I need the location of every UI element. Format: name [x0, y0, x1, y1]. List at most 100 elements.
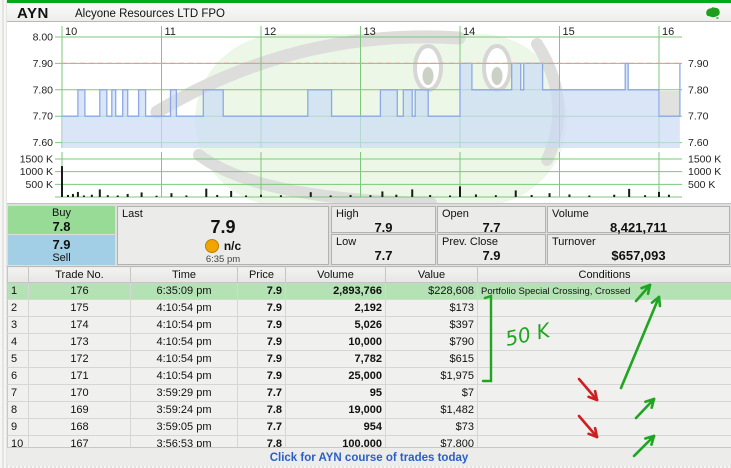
low-label: Low: [332, 235, 435, 248]
turnover-value: $657,093: [548, 248, 729, 263]
open-cell: Open 7.7: [437, 206, 546, 233]
trade-value: $1,975: [386, 368, 478, 385]
table-row: 71703:59:29 pm7.795$7: [8, 385, 731, 402]
sell-quote-cell: 7.9 Sell: [8, 235, 115, 265]
volume-bar: [381, 191, 383, 197]
trade-volume: 5,026: [286, 317, 386, 334]
volume-axis-label-right: 1500 K: [688, 154, 721, 166]
volume-bar: [459, 186, 461, 197]
trade-time: 4:10:54 pm: [131, 351, 238, 368]
trade-price: 7.7: [238, 419, 286, 436]
volume-bar: [67, 195, 69, 197]
low-value: 7.7: [332, 248, 435, 263]
trade-volume: 7,782: [286, 351, 386, 368]
table-row: 91683:59:05 pm7.7954$73: [8, 419, 731, 436]
company-name: Alcyone Resources LTD FPO: [75, 8, 225, 20]
volume-bar: [72, 194, 74, 197]
low-cell: Low 7.7: [331, 234, 436, 265]
trade-time: 4:10:54 pm: [131, 300, 238, 317]
volume-bar: [230, 191, 232, 197]
row-number: 3: [8, 317, 29, 334]
trade-time: 3:59:24 pm: [131, 402, 238, 419]
trade-no: 175: [29, 300, 131, 317]
volume-bar: [495, 195, 497, 197]
trade-value: $7: [386, 385, 478, 402]
time-axis-label: 11: [165, 26, 176, 38]
volume-bar: [531, 195, 533, 197]
high-cell: High 7.9: [331, 206, 436, 233]
trade-conditions: [478, 300, 731, 317]
trade-history-table: Trade No.TimePriceVolumeValueConditions …: [7, 266, 731, 453]
trade-time: 3:59:29 pm: [131, 385, 238, 402]
column-header-trade-no-: Trade No.: [29, 267, 131, 283]
trade-price: 7.9: [238, 317, 286, 334]
volume-bar: [549, 193, 551, 197]
trade-conditions: [478, 317, 731, 334]
title-bar: AYN Alcyone Resources LTD FPO: [7, 3, 731, 22]
australia-map-icon: [704, 6, 722, 19]
column-header-time: Time: [131, 267, 238, 283]
volume-bar: [369, 195, 371, 197]
column-header-conditions: Conditions: [478, 267, 731, 283]
trade-price: 7.9: [238, 368, 286, 385]
open-value: 7.7: [438, 220, 545, 235]
volume-bar: [411, 189, 413, 197]
quote-panel: Buy 7.8 7.9 Sell Last 7.9 n/c 6:35 pm Hi…: [7, 203, 731, 266]
trade-no: 173: [29, 334, 131, 351]
trade-price: 7.9: [238, 283, 286, 300]
volume-bar: [613, 195, 615, 197]
volume-bar: [280, 195, 282, 197]
volume-bar: [310, 192, 312, 197]
trade-volume: 10,000: [286, 334, 386, 351]
trade-volume: 19,000: [286, 402, 386, 419]
price-axis-label-left: 7.90: [33, 58, 54, 70]
trade-no: 172: [29, 351, 131, 368]
volume-bar: [107, 195, 109, 197]
last-trade-time: 6:35 pm: [118, 254, 328, 265]
trade-price: 7.9: [238, 351, 286, 368]
trade-conditions: [478, 419, 731, 436]
volume-bar: [429, 195, 431, 197]
high-value: 7.9: [332, 220, 435, 235]
trade-value: $615: [386, 351, 478, 368]
trade-volume: 2,893,766: [286, 283, 386, 300]
prev-close-label: Prev. Close: [438, 235, 545, 248]
trade-no: 174: [29, 317, 131, 334]
volume-bar: [658, 192, 660, 197]
volume-bar: [127, 194, 129, 197]
volume-bar: [245, 195, 247, 197]
prev-close-value: 7.9: [438, 248, 545, 263]
buy-label: Buy: [8, 206, 115, 219]
trade-no: 176: [29, 283, 131, 300]
trade-value: $790: [386, 334, 478, 351]
volume-bar: [568, 194, 570, 197]
trade-conditions: [478, 385, 731, 402]
table-row: 31744:10:54 pm7.95,026$397: [8, 317, 731, 334]
trade-price: 7.7: [238, 385, 286, 402]
trade-conditions: [478, 351, 731, 368]
trade-conditions: [478, 402, 731, 419]
volume-bar: [216, 195, 218, 197]
last-price: 7.9: [118, 217, 328, 238]
volume-axis-label-right: 1000 K: [688, 166, 721, 178]
volume-axis-label-left: 1000 K: [20, 166, 53, 178]
price-axis-label-left: 7.60: [33, 137, 54, 149]
table-row: 11766:35:09 pm7.92,893,766$228,608Portfo…: [8, 283, 731, 300]
trade-value: $173: [386, 300, 478, 317]
volume-bar: [170, 193, 172, 197]
row-number: 6: [8, 368, 29, 385]
trade-no: 171: [29, 368, 131, 385]
footer-bar: Click for AYN course of trades today: [7, 447, 731, 466]
volume-bar: [260, 195, 262, 197]
price-axis-label-left: 7.80: [33, 84, 54, 96]
ticker-symbol: AYN: [17, 5, 49, 22]
trade-price: 7.9: [238, 300, 286, 317]
trade-value: $228,608: [386, 283, 478, 300]
course-of-trades-link[interactable]: Click for AYN course of trades today: [270, 452, 469, 464]
prev-close-cell: Prev. Close 7.9: [437, 234, 546, 265]
time-axis-label: 13: [364, 26, 376, 38]
volume-bar: [668, 195, 670, 197]
volume-value: 8,421,711: [548, 220, 729, 235]
column-header-rownum: [8, 267, 29, 283]
volume-label: Volume: [548, 207, 729, 220]
